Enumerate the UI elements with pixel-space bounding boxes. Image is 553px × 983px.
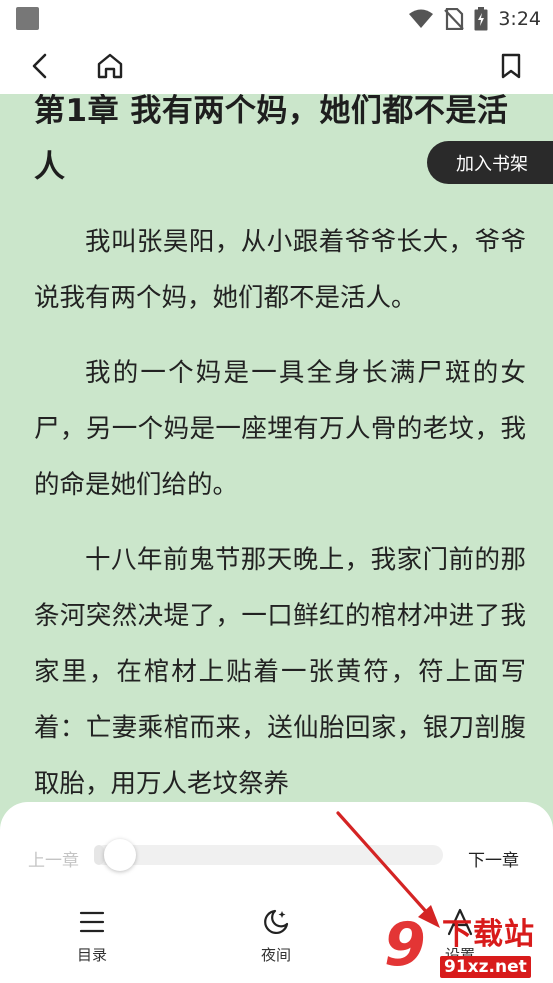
settings-label: 设置 (444, 946, 475, 964)
next-chapter-button[interactable]: 下一章 (468, 846, 519, 871)
catalog-button[interactable]: 目录 (57, 908, 127, 972)
status-bar: 3:24 (0, 0, 553, 38)
reading-content[interactable]: 第1章 我有两个妈，她们都不是活人 我叫张昊阳，从小跟着爷爷长大，爷爷说我有两个… (34, 94, 526, 804)
home-icon (97, 53, 123, 79)
font-settings-icon (447, 908, 473, 936)
battery-charging-icon (474, 7, 488, 31)
wifi-icon (409, 9, 434, 28)
reader-control-panel: 上一章 下一章 目录 夜间 设置 (0, 802, 553, 983)
moon-icon (264, 909, 289, 934)
paragraph: 我的一个妈是一具全身长满尸斑的女尸，另一个妈是一座埋有万人骨的老坟，我的命是她们… (34, 358, 526, 500)
settings-button[interactable]: 设置 (425, 908, 495, 972)
menu-icon (79, 911, 105, 933)
bookmark-icon (501, 53, 521, 79)
slider-thumb[interactable] (103, 839, 136, 871)
paragraph: 我叫张昊阳，从小跟着爷爷长大，爷爷说我有两个妈，她们都不是活人。 (34, 227, 526, 313)
chapter-progress-slider[interactable] (94, 845, 443, 865)
bookmark-button[interactable] (493, 48, 529, 84)
night-mode-label: 夜间 (260, 946, 291, 964)
reader-top-bar (0, 38, 553, 94)
notification-icon (16, 7, 39, 30)
back-icon (32, 53, 47, 79)
back-button[interactable] (22, 48, 58, 84)
no-sim-icon (444, 8, 465, 30)
night-mode-button[interactable]: 夜间 (241, 908, 311, 972)
status-time: 3:24 (498, 8, 541, 30)
prev-chapter-button[interactable]: 上一章 (28, 846, 79, 871)
catalog-label: 目录 (76, 946, 107, 964)
paragraph: 十八年前鬼节那天晚上，我家门前的那条河突然决堤了，一口鲜红的棺材冲进了我家里，在… (34, 545, 526, 799)
add-to-shelf-button[interactable]: 加入书架 (427, 141, 553, 184)
progress-fill (94, 845, 105, 865)
home-button[interactable] (92, 48, 128, 84)
